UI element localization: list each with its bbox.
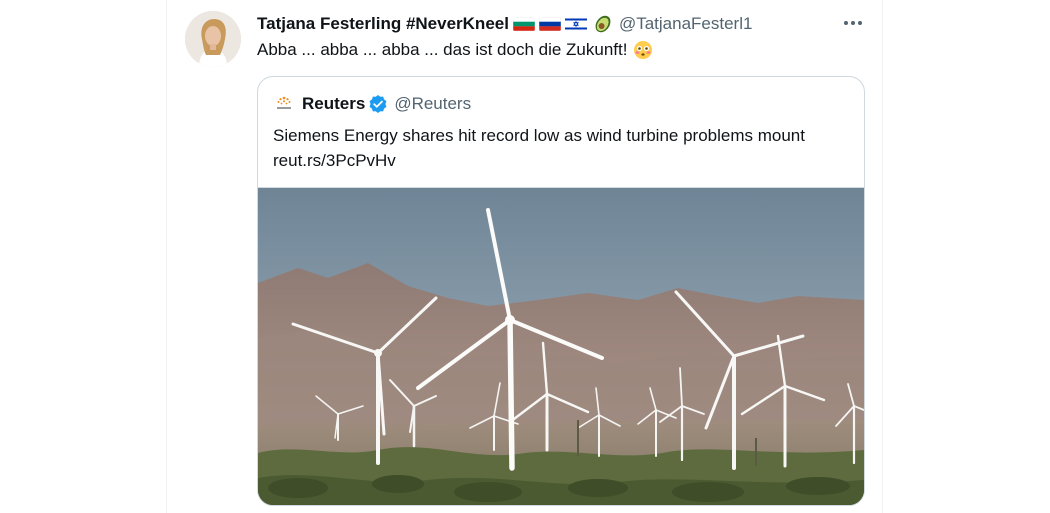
wind-turbines-photo[interactable] xyxy=(258,187,864,505)
quoted-tweet-link[interactable]: reut.rs/3PcPvHv xyxy=(273,148,853,173)
quoted-tweet-header: Reuters @Reuters xyxy=(274,93,471,115)
quoted-tweet-text: Siemens Energy shares hit record low as … xyxy=(273,123,853,173)
reuters-logo-icon[interactable] xyxy=(274,94,294,114)
tweet-text: Abba ... abba ... abba ... das ist doch … xyxy=(257,40,653,60)
tweet-header: Tatjana Festerling #NeverKneel @TatjanaF… xyxy=(257,12,752,36)
verified-badge-icon xyxy=(368,94,388,114)
avocado-icon xyxy=(593,14,613,34)
quoted-display-name[interactable]: Reuters xyxy=(302,94,365,114)
quoted-tweet-headline: Siemens Energy shares hit record low as … xyxy=(273,126,805,145)
user-handle[interactable]: @TatjanaFesterl1 xyxy=(619,14,753,34)
bulgaria-flag-icon xyxy=(512,17,535,31)
russia-flag-icon xyxy=(538,17,561,31)
quoted-user-handle[interactable]: @Reuters xyxy=(394,94,471,114)
more-options-icon[interactable] xyxy=(840,10,866,36)
avatar[interactable] xyxy=(185,11,241,67)
flushed-face-icon xyxy=(633,40,653,60)
tweet-text-content: Abba ... abba ... abba ... das ist doch … xyxy=(257,40,628,59)
display-name[interactable]: Tatjana Festerling #NeverKneel xyxy=(257,14,509,34)
quoted-tweet-card[interactable]: Reuters @Reuters Siemens Energy shares h… xyxy=(257,76,865,506)
israel-flag-icon xyxy=(564,17,587,31)
